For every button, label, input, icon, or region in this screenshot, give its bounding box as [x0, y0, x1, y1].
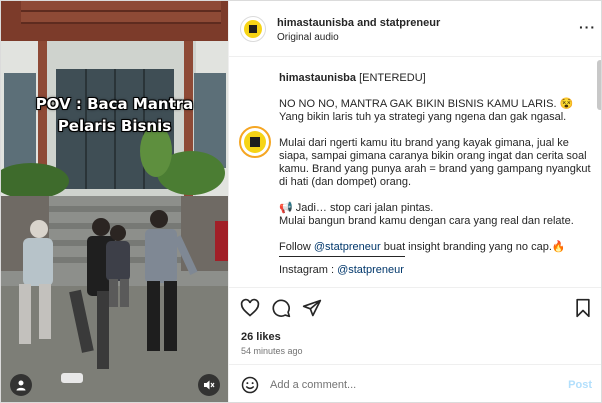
caption-line-2: Pelaris Bisnis [57, 117, 172, 135]
add-comment-bar: Post [229, 364, 601, 402]
follow-suffix: buat insight branding yang no cap.🔥 [380, 241, 566, 253]
post-timestamp[interactable]: 54 minutes ago [241, 346, 303, 356]
caption-para3-line1: 📢 Jadi… stop cari jalan pintas. [279, 202, 434, 214]
himasta-logo-icon [244, 131, 266, 153]
comment-input[interactable] [270, 375, 550, 395]
caption-paragraph-2: Mulai dari ngerti kamu itu brand yang ka… [279, 137, 591, 188]
reel-video[interactable]: POV : Baca Mantra Pelaris Bisnis [1, 1, 228, 402]
caption-line-1: NO NO NO, MANTRA GAK BIKIN BISNIS KAMU L… [279, 98, 574, 110]
caption-scrollbar[interactable] [597, 60, 601, 110]
post-dialog: POV : Baca Mantra Pelaris Bisnis himasta… [0, 0, 602, 403]
user-tag-icon [16, 380, 26, 391]
audio-link[interactable]: Original audio [277, 32, 339, 43]
more-horizontal-icon: ··· [579, 19, 596, 35]
account-avatar[interactable] [240, 16, 266, 42]
owner-username[interactable]: himastaunisba [277, 17, 354, 29]
owner-joiner: and [354, 17, 380, 29]
post-header: himastaunisba and statpreneur Original a… [229, 1, 601, 57]
follow-prefix: Follow [279, 241, 314, 253]
tagged-users-button[interactable] [10, 374, 32, 396]
post-comment-button[interactable]: Post [568, 379, 592, 391]
bookmark-icon[interactable] [573, 298, 593, 318]
comment-icon[interactable] [271, 298, 291, 318]
himasta-logo-icon [244, 20, 262, 38]
caption-divider [279, 256, 405, 257]
heart-icon[interactable] [240, 298, 260, 318]
caption-area: himastaunisba [ENTEREDU] NO NO NO, MANTR… [229, 58, 601, 286]
like-count[interactable]: 26 likes [241, 331, 281, 343]
follow-mention-link[interactable]: @statpreneur [314, 241, 381, 253]
caption-line-2: Yang bikin laris tuh ya strategi yang ng… [279, 111, 567, 123]
collaborator-username[interactable]: statpreneur [380, 17, 441, 29]
caption-tag: [ENTEREDU] [359, 72, 426, 84]
caption-para3-line2: Mulai bangun brand kamu dengan cara yang… [279, 215, 574, 227]
caption-text: himastaunisba [ENTEREDU] NO NO NO, MANTR… [279, 72, 597, 277]
video-frame-illustration [1, 1, 228, 402]
mute-toggle-button[interactable] [198, 374, 220, 396]
post-owners: himastaunisba and statpreneur [277, 17, 440, 29]
author-avatar[interactable] [239, 126, 271, 158]
muted-speaker-icon [204, 380, 215, 390]
action-bar [229, 287, 601, 327]
caption-line-1: POV : Baca Mantra [35, 95, 194, 113]
emoji-icon[interactable] [241, 376, 259, 394]
instagram-mention-link[interactable]: @statpreneur [337, 264, 404, 276]
caption-author[interactable]: himastaunisba [279, 72, 356, 84]
share-icon[interactable] [302, 298, 322, 318]
more-options-button[interactable]: ··· [579, 19, 596, 35]
instagram-label: Instagram : [279, 264, 338, 276]
post-side-panel: himastaunisba and statpreneur Original a… [228, 1, 601, 402]
video-caption: POV : Baca Mantra Pelaris Bisnis [7, 93, 222, 137]
